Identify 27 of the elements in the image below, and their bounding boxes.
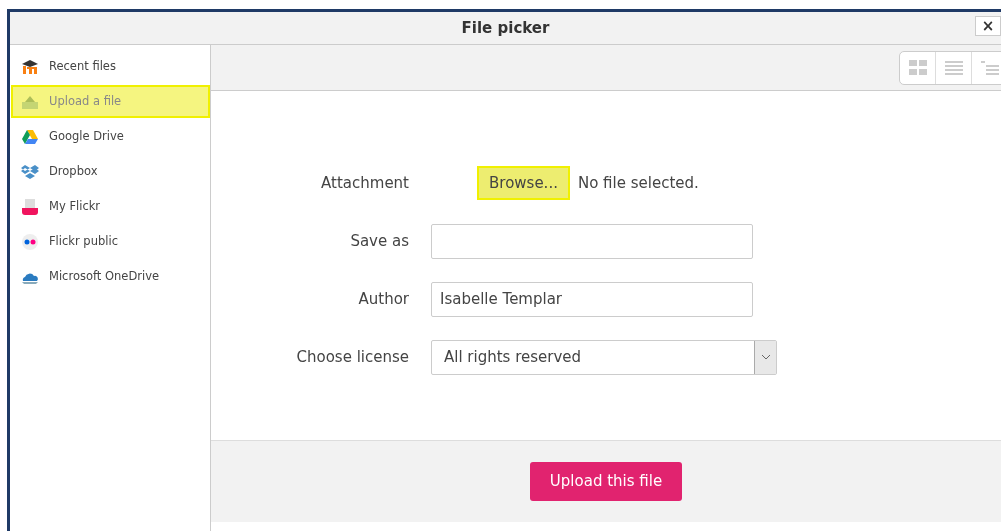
dots-icon — [21, 232, 39, 251]
sidebar-item[interactable]: Microsoft OneDrive — [11, 260, 210, 293]
browse-button[interactable]: Browse... — [477, 165, 570, 201]
mortarboard-icon — [21, 57, 39, 76]
list-view-icon[interactable] — [943, 58, 964, 77]
sidebar-item[interactable]: Flickr public — [11, 225, 210, 258]
flickr-icon — [21, 197, 39, 216]
upload-button[interactable]: Upload this file — [529, 462, 683, 501]
close-button[interactable]: × — [975, 16, 1001, 36]
field-label: Author — [357, 288, 410, 310]
text-field[interactable]: Isabelle Templar — [431, 281, 753, 317]
field-label: Attachment — [320, 172, 410, 194]
field-label: Choose license — [295, 346, 410, 368]
sidebar-item[interactable]: Google Drive — [11, 120, 210, 153]
box-icon — [21, 162, 39, 181]
triangle-icon — [21, 127, 39, 146]
sidebar-item[interactable]: Dropbox — [11, 155, 210, 188]
sidebar-item[interactable]: My Flickr — [11, 190, 210, 223]
caret-icon — [760, 354, 771, 360]
text-field[interactable] — [431, 223, 753, 259]
sidebar-item[interactable]: Recent files — [11, 50, 210, 83]
window-title: File picker — [461, 17, 550, 39]
field-label: Save as — [349, 230, 410, 252]
grid-view-icon[interactable] — [907, 58, 928, 77]
file-status: No file selected. — [577, 172, 699, 194]
tree-view-icon[interactable] — [979, 58, 1000, 77]
license-dropdown[interactable]: All rights reserved — [431, 339, 777, 375]
